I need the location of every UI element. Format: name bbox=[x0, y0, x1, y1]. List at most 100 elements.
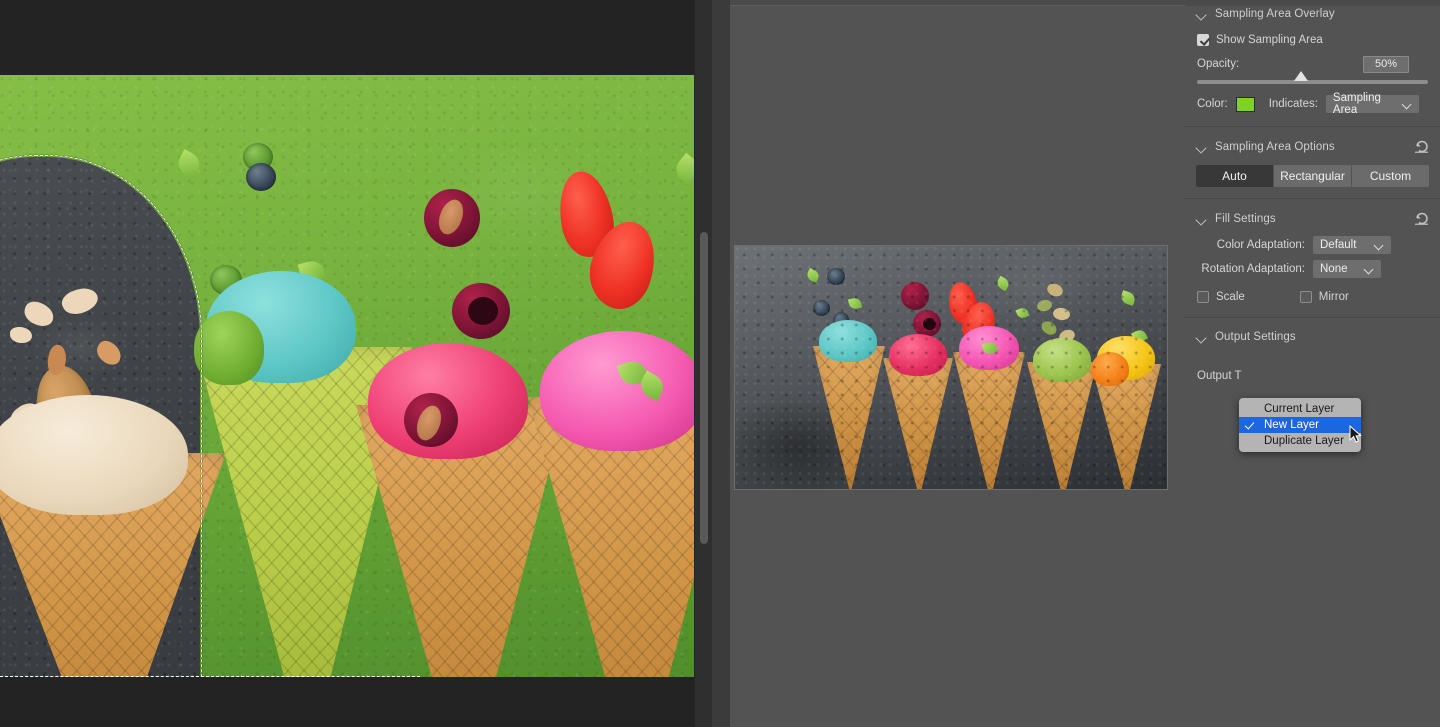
preview-pane-top-edge bbox=[730, 0, 1185, 6]
chevron-down-icon[interactable] bbox=[1196, 213, 1208, 225]
mint-leaf bbox=[1119, 290, 1137, 306]
menu-item-duplicate-layer[interactable]: Duplicate Layer bbox=[1239, 433, 1361, 449]
section-sampling-area-options: Sampling Area Options Auto Rectangular C… bbox=[1185, 133, 1440, 187]
menu-item-current-layer[interactable]: Current Layer bbox=[1239, 401, 1361, 417]
output-to-row: Output T bbox=[1185, 363, 1440, 389]
scale-mirror-row: Scale Mirror bbox=[1185, 283, 1440, 311]
cherry-hollow bbox=[923, 318, 936, 330]
waffle-cone bbox=[813, 346, 885, 489]
opacity-label: Opacity: bbox=[1197, 58, 1240, 70]
mirror-label: Mirror bbox=[1318, 291, 1349, 303]
canvas-preview-gutter bbox=[712, 0, 730, 727]
pink-scoop bbox=[540, 331, 704, 451]
canvas-vertical-scrollbar[interactable] bbox=[694, 0, 712, 727]
strawberry-slice bbox=[944, 279, 982, 327]
canvas-letterbox-bottom bbox=[0, 677, 712, 702]
checkmark-icon bbox=[1244, 419, 1255, 430]
chevron-down-icon[interactable] bbox=[1196, 8, 1208, 20]
fill-settings-header[interactable]: Fill Settings bbox=[1185, 205, 1440, 233]
content-aware-fill-preview-pane bbox=[730, 0, 1185, 727]
sampling-mode-rectangular[interactable]: Rectangular bbox=[1274, 165, 1352, 187]
rotation-adaptation-row: Rotation Adaptation: None bbox=[1185, 257, 1440, 281]
pistachio bbox=[1046, 340, 1063, 355]
reset-icon[interactable] bbox=[1413, 139, 1430, 155]
pistachio bbox=[1035, 298, 1054, 313]
mango-scoop bbox=[1097, 336, 1155, 380]
reset-icon[interactable] bbox=[1413, 211, 1430, 227]
menu-item-label: Duplicate Layer bbox=[1264, 435, 1344, 447]
rotation-adaptation-value: None bbox=[1320, 263, 1348, 275]
output-to-dropdown-menu[interactable]: Current Layer New Layer Duplicate Layer bbox=[1239, 398, 1361, 452]
canvas-artwork bbox=[0, 75, 712, 702]
chevron-down-icon bbox=[1403, 100, 1411, 109]
indicates-label: Indicates: bbox=[1268, 98, 1318, 110]
indicates-select[interactable]: Sampling Area bbox=[1325, 92, 1419, 116]
fill-settings-title: Fill Settings bbox=[1215, 213, 1276, 225]
waffle-cone bbox=[1091, 364, 1161, 489]
pink-scoop bbox=[959, 326, 1019, 370]
show-sampling-area-row[interactable]: Show Sampling Area bbox=[1185, 28, 1440, 52]
mint-scoop-overlaid bbox=[194, 311, 264, 385]
orange-scoop bbox=[1091, 352, 1129, 386]
waffle-cone bbox=[953, 352, 1025, 489]
cherry-half bbox=[913, 310, 941, 337]
opacity-value-field[interactable]: 50% bbox=[1363, 55, 1409, 73]
fill-result-preview-image[interactable] bbox=[734, 245, 1168, 490]
sampling-area-mode-segmented-control[interactable]: Auto Rectangular Custom bbox=[1196, 165, 1429, 187]
chevron-down-icon[interactable] bbox=[1196, 141, 1208, 153]
blueberry bbox=[246, 163, 276, 191]
scale-checkbox[interactable] bbox=[1197, 291, 1209, 303]
cherry-half bbox=[901, 282, 929, 310]
rotation-adaptation-select[interactable]: None bbox=[1313, 260, 1381, 278]
menu-item-label: New Layer bbox=[1264, 419, 1319, 431]
canvas-scrollbar-thumb[interactable] bbox=[700, 232, 708, 544]
output-settings-header[interactable]: Output Settings bbox=[1185, 323, 1440, 351]
rotation-adaptation-label: Rotation Adaptation: bbox=[1201, 263, 1305, 275]
color-adaptation-value: Default bbox=[1320, 239, 1357, 251]
sampling-mode-custom[interactable]: Custom bbox=[1352, 165, 1429, 187]
marching-ants-selection bbox=[0, 155, 202, 702]
sampling-area-options-title: Sampling Area Options bbox=[1215, 141, 1335, 153]
pistachio-scoop bbox=[1033, 338, 1091, 382]
opacity-slider-thumb[interactable] bbox=[1294, 71, 1309, 81]
waffle-cone bbox=[1027, 362, 1097, 489]
mouse-cursor-icon bbox=[1349, 425, 1362, 443]
overlay-color-row: Color: Indicates: Sampling Area bbox=[1185, 90, 1440, 118]
document-canvas[interactable] bbox=[0, 0, 712, 727]
menu-item-new-layer[interactable]: New Layer bbox=[1239, 417, 1361, 433]
color-adaptation-label: Color Adaptation: bbox=[1216, 239, 1305, 251]
cherry-hollow bbox=[468, 297, 498, 325]
scale-label: Scale bbox=[1216, 291, 1245, 303]
section-divider bbox=[1185, 126, 1440, 127]
chevron-down-icon bbox=[1365, 265, 1374, 274]
mint-leaf bbox=[995, 275, 1011, 292]
blueberry bbox=[819, 342, 836, 359]
sampling-area-overlay-header[interactable]: Sampling Area Overlay bbox=[1185, 0, 1440, 28]
content-aware-fill-options-panel: Sampling Area Overlay Show Sampling Area… bbox=[1185, 0, 1440, 727]
color-label: Color: bbox=[1197, 98, 1228, 110]
blueberry bbox=[813, 300, 830, 316]
pistachio bbox=[1057, 327, 1077, 345]
raspberry-scoop bbox=[889, 334, 947, 376]
sampling-area-options-header[interactable]: Sampling Area Options bbox=[1185, 133, 1440, 161]
pistachio bbox=[1045, 281, 1065, 299]
output-settings-title: Output Settings bbox=[1215, 331, 1296, 343]
show-sampling-area-checkbox[interactable] bbox=[1197, 34, 1209, 46]
mirror-checkbox[interactable] bbox=[1299, 291, 1312, 303]
color-adaptation-select[interactable]: Default bbox=[1313, 236, 1391, 254]
strawberry-slice bbox=[957, 298, 1001, 350]
blueberry bbox=[827, 268, 845, 285]
output-to-label: Output T bbox=[1197, 370, 1242, 382]
opacity-slider[interactable] bbox=[1197, 71, 1428, 84]
overlay-color-swatch[interactable] bbox=[1235, 96, 1255, 112]
chevron-down-icon[interactable] bbox=[1196, 331, 1208, 343]
mint-leaf bbox=[1015, 306, 1030, 320]
sampling-mode-auto[interactable]: Auto bbox=[1196, 165, 1274, 187]
section-divider bbox=[1185, 198, 1440, 199]
section-divider bbox=[1185, 317, 1440, 318]
waffle-cone bbox=[883, 358, 953, 489]
section-output-settings: Output Settings Output T bbox=[1185, 323, 1440, 389]
menu-item-label: Current Layer bbox=[1264, 403, 1335, 415]
mint-leaf bbox=[981, 340, 999, 356]
show-sampling-area-label: Show Sampling Area bbox=[1216, 34, 1323, 46]
